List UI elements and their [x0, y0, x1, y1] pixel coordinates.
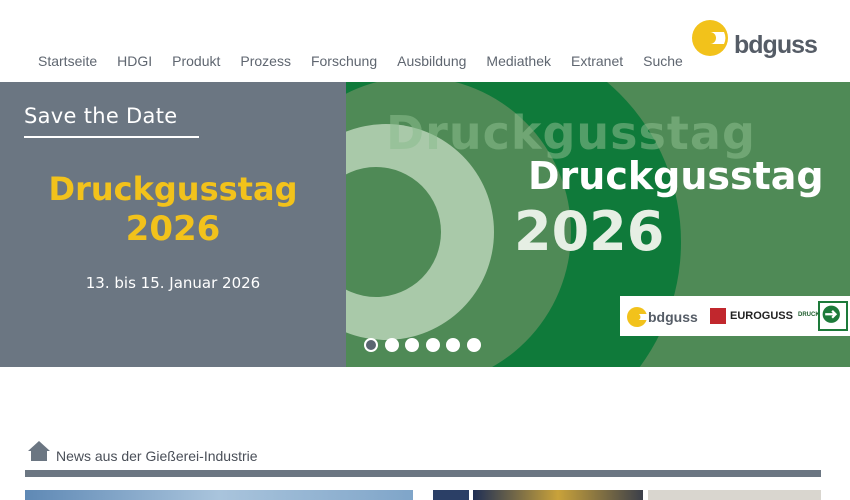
news-thumbnail-3[interactable]: [473, 490, 643, 500]
slider-dot-5[interactable]: [446, 338, 460, 352]
nav-item-produkt[interactable]: Produkt: [162, 52, 230, 70]
hero-slider[interactable]: Save the Date Druckgusstag 2026 13. bis …: [0, 82, 850, 367]
slider-dots: [364, 338, 487, 352]
site-header: Startseite HDGI Produkt Prozess Forschun…: [0, 0, 850, 82]
nav-item-suche[interactable]: Suche: [633, 52, 693, 70]
slider-dot-6[interactable]: [466, 338, 481, 352]
news-thumbnail-1[interactable]: [25, 490, 413, 500]
partner-bdguss: bdguss: [648, 309, 698, 325]
news-thumbnail-2[interactable]: [433, 490, 469, 500]
save-the-date-label: Save the Date: [24, 104, 178, 128]
hero-left-title: Druckgusstag: [48, 170, 298, 208]
site-logo[interactable]: bdguss: [690, 18, 830, 66]
hero-right-title: Druckgusstag: [528, 154, 824, 198]
nav-item-ausbildung[interactable]: Ausbildung: [387, 52, 476, 70]
event-date: 13. bis 15. Januar 2026: [85, 274, 261, 292]
hero-left-panel: Save the Date Druckgusstag 2026 13. bis …: [0, 82, 346, 367]
nav-item-forschung[interactable]: Forschung: [301, 52, 387, 70]
slider-dot-4[interactable]: [425, 338, 440, 352]
nav-item-startseite[interactable]: Startseite: [28, 52, 107, 70]
nav-item-extranet[interactable]: Extranet: [561, 52, 633, 70]
hero-left-year: 2026: [125, 209, 221, 249]
slider-dot-3[interactable]: [405, 338, 419, 352]
slider-dot-1[interactable]: [364, 338, 378, 352]
home-icon: [28, 441, 50, 461]
partner-euroguss: EUROGUSS: [730, 310, 793, 322]
nav-item-mediathek[interactable]: Mediathek: [476, 52, 561, 70]
druckguss-logo-icon: [818, 301, 848, 331]
main-nav: Startseite HDGI Produkt Prozess Forschun…: [28, 52, 693, 70]
hero-right-panel: Druckgusstag Druckgusstag 2026 bdguss EU…: [346, 82, 850, 367]
partner-logos: bdguss EUROGUSS DRUCKGUSS: [620, 296, 850, 336]
nav-item-hdgi[interactable]: HDGI: [107, 52, 162, 70]
news-section-title: News aus der Gießerei-Industrie: [56, 448, 258, 464]
logo-text: bdguss: [734, 31, 818, 59]
news-thumbnail-4[interactable]: [648, 490, 821, 500]
hero-right-year: 2026: [514, 200, 665, 263]
hero-ghost-title: Druckgusstag: [386, 106, 756, 160]
bdguss-small-logo-icon: [627, 307, 647, 327]
slider-dot-2[interactable]: [384, 338, 399, 352]
nav-item-prozess[interactable]: Prozess: [230, 52, 301, 70]
save-the-date-underline: [24, 136, 199, 138]
euroguss-logo-icon: [710, 308, 726, 324]
news-section-divider: [25, 470, 821, 477]
